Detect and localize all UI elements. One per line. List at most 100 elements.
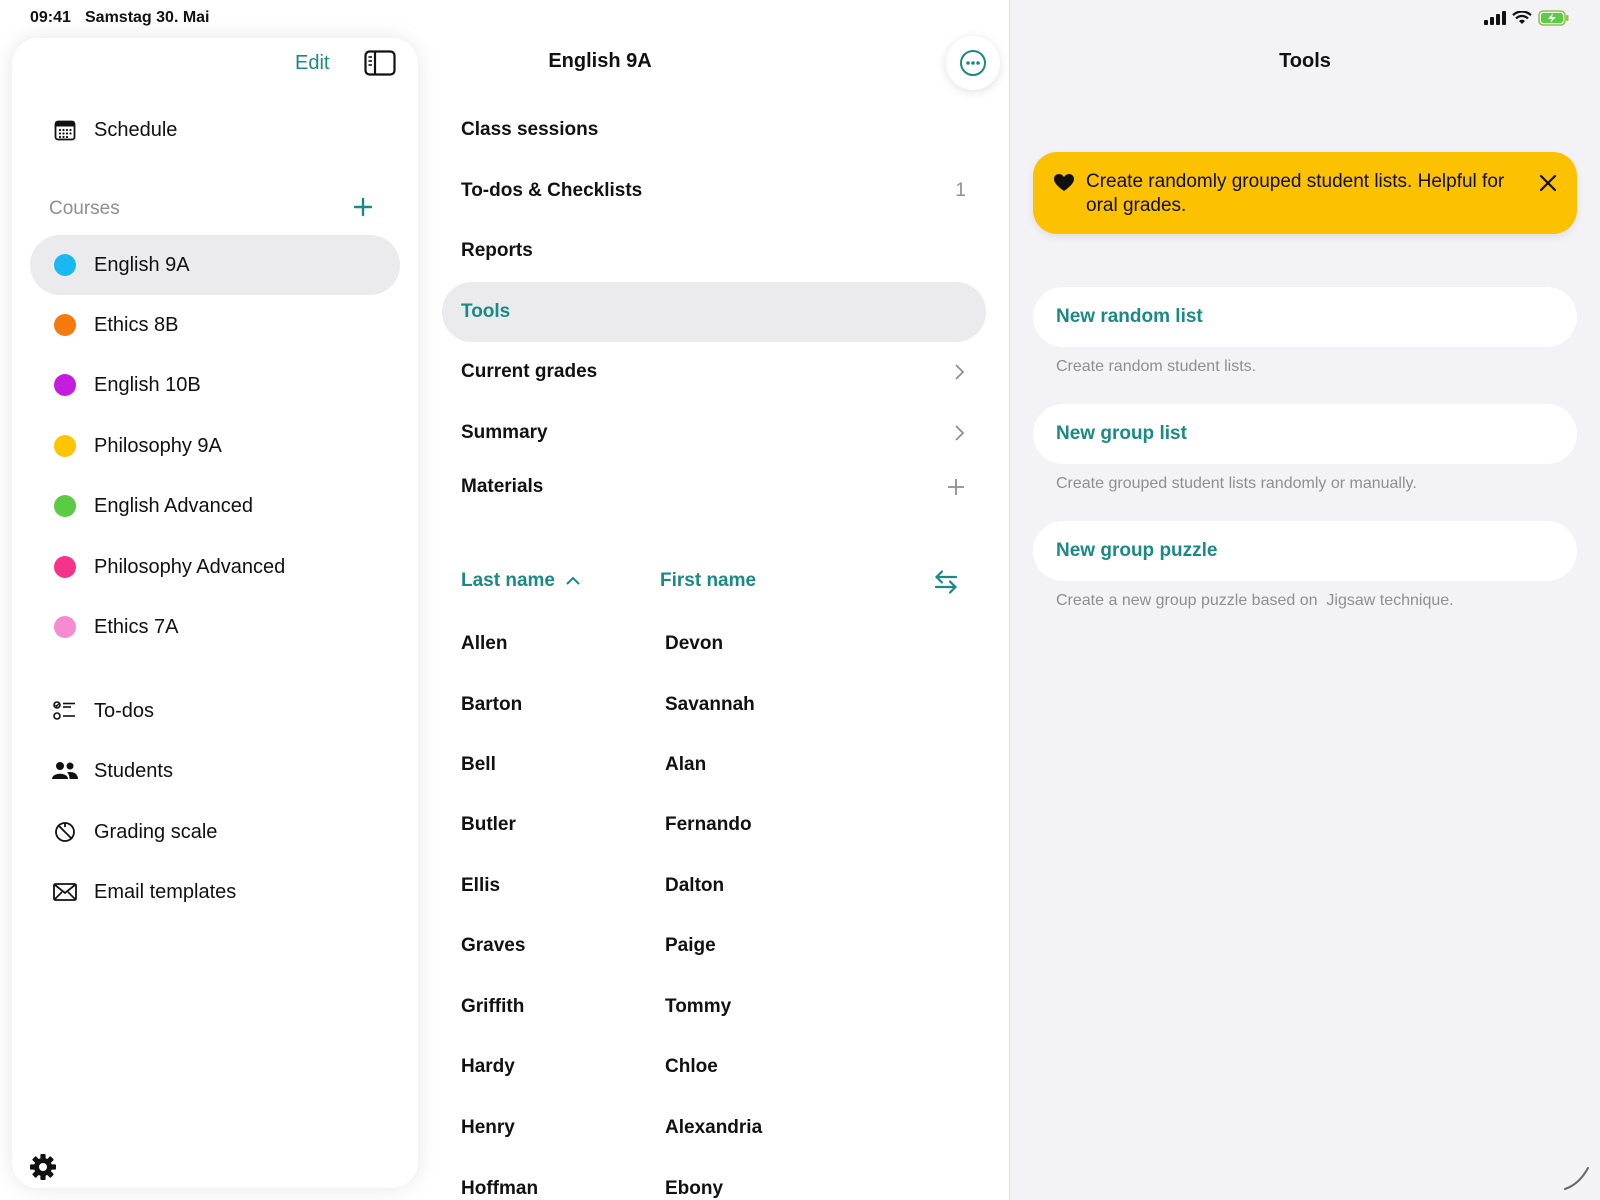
chevron-right-icon bbox=[955, 425, 965, 441]
more-options-button[interactable] bbox=[946, 36, 1000, 90]
student-first-name: Ebony bbox=[665, 1178, 724, 1199]
student-row[interactable]: Ellis Dalton bbox=[442, 857, 986, 917]
add-course-icon[interactable] bbox=[348, 192, 378, 222]
student-last-name: Graves bbox=[461, 935, 526, 956]
course-label: Philosophy 9A bbox=[94, 434, 222, 457]
student-last-name: Henry bbox=[461, 1117, 515, 1138]
sidebar-item-students[interactable]: Students bbox=[30, 741, 400, 801]
student-last-name: Barton bbox=[461, 694, 523, 715]
sidebar-course-english-advanced[interactable]: English Advanced bbox=[30, 476, 400, 536]
course-color-dot bbox=[54, 314, 76, 336]
cellular-signal-icon bbox=[1484, 11, 1506, 25]
sidebar-course-english-9a[interactable]: English 9A bbox=[30, 235, 400, 295]
banner-text: Create randomly grouped student lists. H… bbox=[1086, 171, 1505, 216]
menu-item-label: To-dos & Checklists bbox=[461, 180, 643, 201]
student-row[interactable]: Graves Paige bbox=[442, 917, 986, 977]
student-first-name: Savannah bbox=[665, 694, 755, 715]
student-first-name: Dalton bbox=[665, 875, 725, 896]
menu-item-label: Summary bbox=[461, 422, 548, 443]
chevron-up-icon bbox=[566, 576, 580, 585]
student-first-name: Chloe bbox=[665, 1056, 718, 1077]
sidebar-course-ethics-7a[interactable]: Ethics 7A bbox=[30, 597, 400, 657]
menu-item-label: Current grades bbox=[461, 361, 598, 382]
student-row[interactable]: Allen Devon bbox=[442, 615, 986, 675]
tools-title: Tools bbox=[1279, 50, 1331, 72]
student-first-name: Fernando bbox=[665, 814, 752, 835]
todos-count-badge: 1 bbox=[955, 180, 966, 201]
menu-item-summary[interactable]: Summary bbox=[442, 403, 986, 463]
course-color-dot bbox=[54, 374, 76, 396]
sidebar: Edit Schedule Courses English 9A Ethics … bbox=[12, 38, 418, 1188]
student-row[interactable]: Barton Savannah bbox=[442, 676, 986, 736]
menu-item-materials[interactable]: Materials bbox=[442, 457, 986, 517]
sidebar-item-label: Email templates bbox=[94, 880, 237, 903]
student-last-name: Griffith bbox=[461, 996, 525, 1017]
sidebar-course-philosophy-9a[interactable]: Philosophy 9A bbox=[30, 416, 400, 476]
course-label: Philosophy Advanced bbox=[94, 555, 286, 578]
student-row[interactable]: Bell Alan bbox=[442, 736, 986, 796]
menu-item-reports[interactable]: Reports bbox=[442, 221, 986, 281]
course-color-dot bbox=[54, 616, 76, 638]
grading-scale-icon bbox=[52, 819, 78, 845]
student-row[interactable]: Griffith Tommy bbox=[442, 978, 986, 1038]
sort-last-name-button[interactable]: Last name bbox=[461, 570, 581, 592]
student-last-name: Bell bbox=[461, 754, 496, 775]
sidebar-item-email-templates[interactable]: Email templates bbox=[30, 862, 400, 922]
sidebar-item-label: Grading scale bbox=[94, 820, 218, 843]
sidebar-course-ethics-8b[interactable]: Ethics 8B bbox=[30, 295, 400, 355]
tool-description: Create a new group puzzle based on Jigsa… bbox=[1056, 592, 1454, 609]
student-first-name: Tommy bbox=[665, 996, 732, 1017]
student-row[interactable]: Hardy Chloe bbox=[442, 1038, 986, 1098]
sidebar-item-grading-scale[interactable]: Grading scale bbox=[30, 802, 400, 862]
student-first-name: Devon bbox=[665, 633, 724, 654]
status-date: Samstag 30. Mai bbox=[85, 9, 210, 26]
course-label: English 9A bbox=[94, 253, 190, 276]
student-first-name: Paige bbox=[665, 935, 716, 956]
student-row[interactable]: Hoffman Ebony bbox=[442, 1139, 986, 1200]
course-color-dot bbox=[54, 254, 76, 276]
sidebar-item-todos[interactable]: To-dos bbox=[30, 681, 400, 741]
course-label: Ethics 8B bbox=[94, 313, 179, 336]
student-row[interactable]: Butler Fernando bbox=[442, 796, 986, 856]
calendar-icon bbox=[52, 117, 78, 143]
checklist-icon bbox=[52, 698, 78, 724]
menu-item-class-sessions[interactable]: Class sessions bbox=[442, 100, 986, 160]
sidebar-course-english-10b[interactable]: English 10B bbox=[30, 355, 400, 415]
sort-last-name-label: Last name bbox=[461, 570, 555, 591]
envelope-icon bbox=[52, 879, 78, 905]
pencil-stroke-icon bbox=[1564, 1167, 1589, 1190]
student-last-name: Allen bbox=[461, 633, 508, 654]
course-color-dot bbox=[54, 556, 76, 578]
menu-item-current-grades[interactable]: Current grades bbox=[442, 342, 986, 402]
student-last-name: Ellis bbox=[461, 875, 501, 896]
swap-arrows-icon[interactable] bbox=[932, 568, 960, 596]
new-group-puzzle-button[interactable]: New group puzzle bbox=[1033, 521, 1577, 581]
edit-button[interactable]: Edit bbox=[295, 52, 329, 75]
sidebar-toggle-icon[interactable] bbox=[364, 50, 396, 76]
student-last-name: Hoffman bbox=[461, 1178, 539, 1199]
info-banner: Create randomly grouped student lists. H… bbox=[1033, 152, 1577, 234]
menu-item-todos-checklists[interactable]: To-dos & Checklists 1 bbox=[442, 161, 986, 221]
add-material-icon[interactable] bbox=[946, 477, 966, 497]
courses-header: Courses bbox=[49, 198, 120, 219]
gear-icon[interactable] bbox=[28, 1152, 58, 1182]
menu-item-tools[interactable]: Tools bbox=[442, 282, 986, 342]
menu-item-label: Tools bbox=[461, 301, 511, 322]
status-time: 09:41 bbox=[30, 9, 71, 26]
new-group-list-button[interactable]: New group list bbox=[1033, 404, 1577, 464]
sidebar-item-label: Schedule bbox=[94, 118, 178, 141]
sidebar-item-schedule[interactable]: Schedule bbox=[30, 100, 400, 160]
sidebar-course-philosophy-advanced[interactable]: Philosophy Advanced bbox=[30, 537, 400, 597]
tool-description: Create grouped student lists randomly or… bbox=[1056, 475, 1417, 492]
student-last-name: Butler bbox=[461, 814, 516, 835]
sidebar-item-label: Students bbox=[94, 759, 173, 782]
new-random-list-button[interactable]: New random list bbox=[1033, 287, 1577, 347]
sort-first-name-button[interactable]: First name bbox=[660, 570, 756, 592]
student-first-name: Alan bbox=[665, 754, 707, 775]
status-bar: 09:41 Samstag 30. Mai bbox=[0, 0, 1600, 36]
course-color-dot bbox=[54, 435, 76, 457]
course-label: English 10B bbox=[94, 373, 201, 396]
menu-item-label: Reports bbox=[461, 240, 533, 261]
tool-card-label: New group list bbox=[1056, 423, 1187, 444]
close-icon[interactable] bbox=[1535, 170, 1561, 196]
